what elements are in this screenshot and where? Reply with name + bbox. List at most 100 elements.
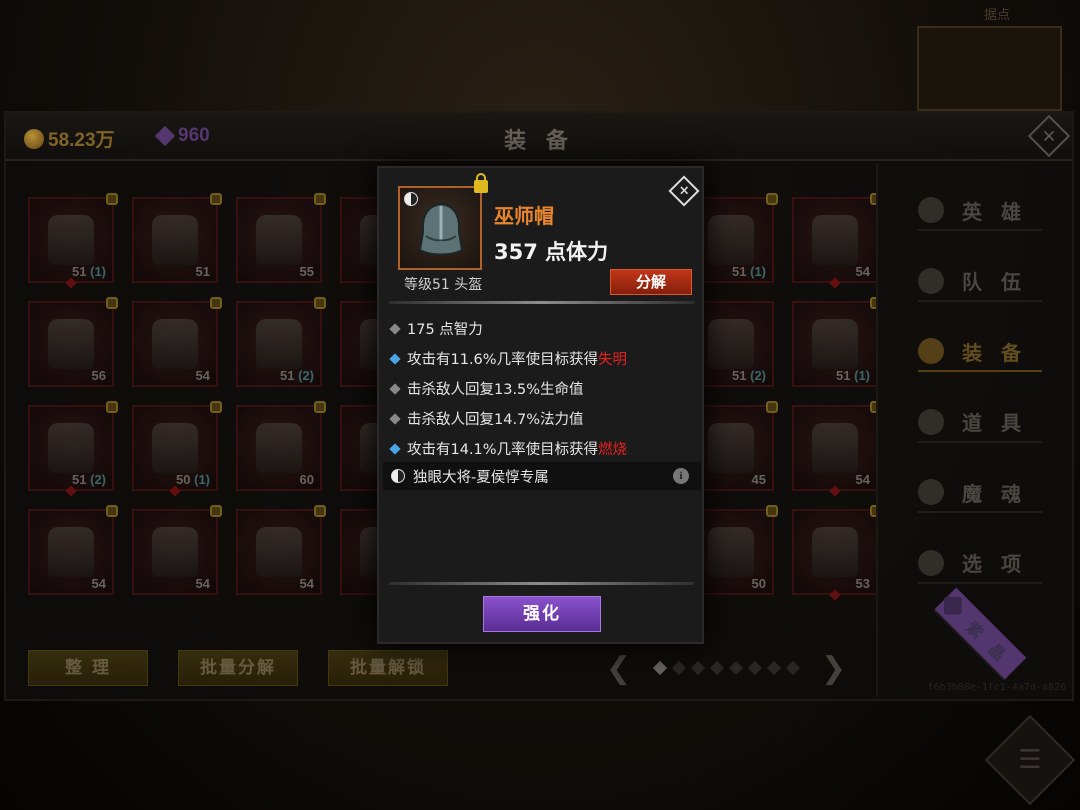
- nav-item[interactable]: 道 具: [918, 403, 1042, 443]
- split-button[interactable]: 分解: [610, 269, 692, 295]
- stat-text: 175 点智力: [407, 322, 483, 338]
- pager-next-button[interactable]: ❯: [821, 651, 846, 686]
- rarity-pip: [65, 485, 77, 497]
- slot-level: 54: [195, 368, 210, 383]
- equipment-slot[interactable]: 50 (1): [132, 401, 222, 497]
- side-nav: 英 雄队 伍装 备道 具魔 魂选 项紫 晶 f6b3b08e-1fc1-4a7d…: [876, 163, 1072, 697]
- equipment-image: [48, 215, 94, 265]
- uuid-text: f6b3b08e-1fc1-4a7d-a826: [927, 682, 1066, 693]
- batch-split-button[interactable]: 批量分解: [178, 650, 298, 686]
- item-detail-popup: 巫师帽 357 点体力 等级51 头盔 分解 × 175 点智力 攻击有11.6%…: [377, 166, 704, 644]
- stat-line: 击杀敌人回复13.5%生命值: [389, 378, 584, 399]
- nav-item[interactable]: 队 伍: [918, 262, 1042, 302]
- nav-item[interactable]: 紫 晶: [933, 587, 1027, 681]
- nav-item-label: 装 备: [962, 340, 1027, 365]
- equipment-slot[interactable]: 60: [236, 401, 326, 491]
- equipment-slot[interactable]: 56: [28, 297, 118, 387]
- lock-icon: [210, 193, 222, 205]
- pager-prev-button[interactable]: ❮: [606, 651, 631, 686]
- enhance-button[interactable]: 强化: [483, 596, 601, 632]
- sort-button[interactable]: 整 理: [28, 650, 148, 686]
- rarity-pip: [65, 277, 77, 289]
- nav-item[interactable]: 选 项: [918, 544, 1042, 584]
- lock-icon: [314, 297, 326, 309]
- info-icon[interactable]: i: [673, 468, 689, 484]
- stat-text: 击杀敌人回复14.7%法力值: [407, 412, 584, 428]
- stat-line: 攻击有14.1%几率使目标获得燃烧: [389, 438, 628, 459]
- equipment-slot[interactable]: 51 (2): [236, 297, 326, 387]
- equipment-slot[interactable]: 51 (2): [28, 401, 118, 497]
- exclusive-text: 独眼大将-夏侯惇专属: [413, 469, 549, 486]
- equipment-slot[interactable]: 54: [236, 505, 326, 595]
- nav-item[interactable]: 英 雄: [918, 191, 1042, 231]
- lock-icon[interactable]: [474, 173, 488, 193]
- equipment-slot[interactable]: 54: [132, 505, 222, 595]
- page-dot[interactable]: [766, 660, 781, 676]
- slot-level: 54: [195, 576, 210, 591]
- equipment-slot[interactable]: 53: [792, 505, 882, 601]
- top-label: 据点: [983, 8, 1010, 23]
- rarity-pip: [169, 485, 181, 497]
- bullet-icon: [389, 442, 401, 455]
- slot-level: 55: [299, 264, 314, 279]
- equipment-slot[interactable]: 51: [132, 193, 222, 283]
- equipment-slot[interactable]: 51 (1): [28, 193, 118, 289]
- nav-item-label: 魔 魂: [962, 481, 1027, 506]
- equipment-slot[interactable]: 51 (1): [792, 297, 882, 387]
- divider: [389, 301, 694, 304]
- exclusive-row: 独眼大将-夏侯惇专属 i: [383, 462, 701, 490]
- popup-close-button[interactable]: ×: [668, 175, 700, 207]
- equipment-image: [708, 527, 754, 577]
- minimap[interactable]: [917, 26, 1062, 111]
- bullet-icon: [389, 412, 401, 425]
- stat-line: 175 点智力: [389, 318, 483, 339]
- nav-item[interactable]: 魔 魂: [918, 473, 1042, 513]
- lock-icon: [106, 505, 118, 517]
- panel-title: 装 备: [504, 129, 574, 154]
- stat-text: 攻击有11.6%几率使目标获得失明: [407, 352, 628, 368]
- page-dot[interactable]: [728, 660, 743, 676]
- slot-level: 51 (2): [280, 368, 314, 383]
- batch-unlock-button[interactable]: 批量解锁: [328, 650, 448, 686]
- bag-icon: [918, 408, 944, 435]
- lock-icon: [766, 401, 778, 413]
- slot-level: 51 (2): [732, 368, 766, 383]
- close-icon: ×: [1041, 125, 1057, 147]
- page-dot[interactable]: [747, 660, 762, 676]
- slot-level: 56: [91, 368, 106, 383]
- equipment-image: [256, 423, 302, 473]
- stat-text: 攻击有14.1%几率使目标获得燃烧: [407, 442, 628, 458]
- slot-bonus: (2): [86, 472, 106, 487]
- page-dot[interactable]: [690, 660, 705, 676]
- page-dot[interactable]: [709, 660, 724, 676]
- lock-icon: [766, 505, 778, 517]
- slot-bonus: (1): [746, 264, 766, 279]
- slot-bonus: (2): [746, 368, 766, 383]
- slot-level: 54: [91, 576, 106, 591]
- equipment-image: [256, 319, 302, 369]
- equipment-slot[interactable]: 54: [28, 505, 118, 595]
- page-dot[interactable]: [785, 660, 800, 676]
- equipment-image: [812, 215, 858, 265]
- menu-button[interactable]: ☰: [984, 714, 1076, 806]
- slot-level: 54: [855, 264, 870, 279]
- equipment-slot[interactable]: 54: [792, 401, 882, 497]
- helmet-icon: [918, 338, 944, 364]
- nav-item[interactable]: 装 备: [918, 332, 1042, 372]
- equipment-image: [708, 215, 754, 265]
- nav-item-label: 道 具: [962, 411, 1027, 435]
- equipment-slot[interactable]: 54: [132, 297, 222, 387]
- slot-level: 53: [855, 576, 870, 591]
- page-dot[interactable]: [652, 660, 667, 676]
- item-name: 巫师帽: [494, 204, 554, 228]
- rarity-pip: [829, 277, 841, 289]
- slot-bonus: (1): [86, 264, 106, 279]
- page-dot[interactable]: [671, 660, 686, 676]
- hero-icon: [918, 197, 944, 223]
- lock-icon: [106, 193, 118, 205]
- stat-highlight: 失明: [598, 352, 628, 368]
- equipment-slot[interactable]: 54: [792, 193, 882, 289]
- equipment-slot[interactable]: 55: [236, 193, 326, 283]
- item-type: 等级51 头盔: [404, 277, 483, 293]
- rarity-pip: [829, 589, 841, 601]
